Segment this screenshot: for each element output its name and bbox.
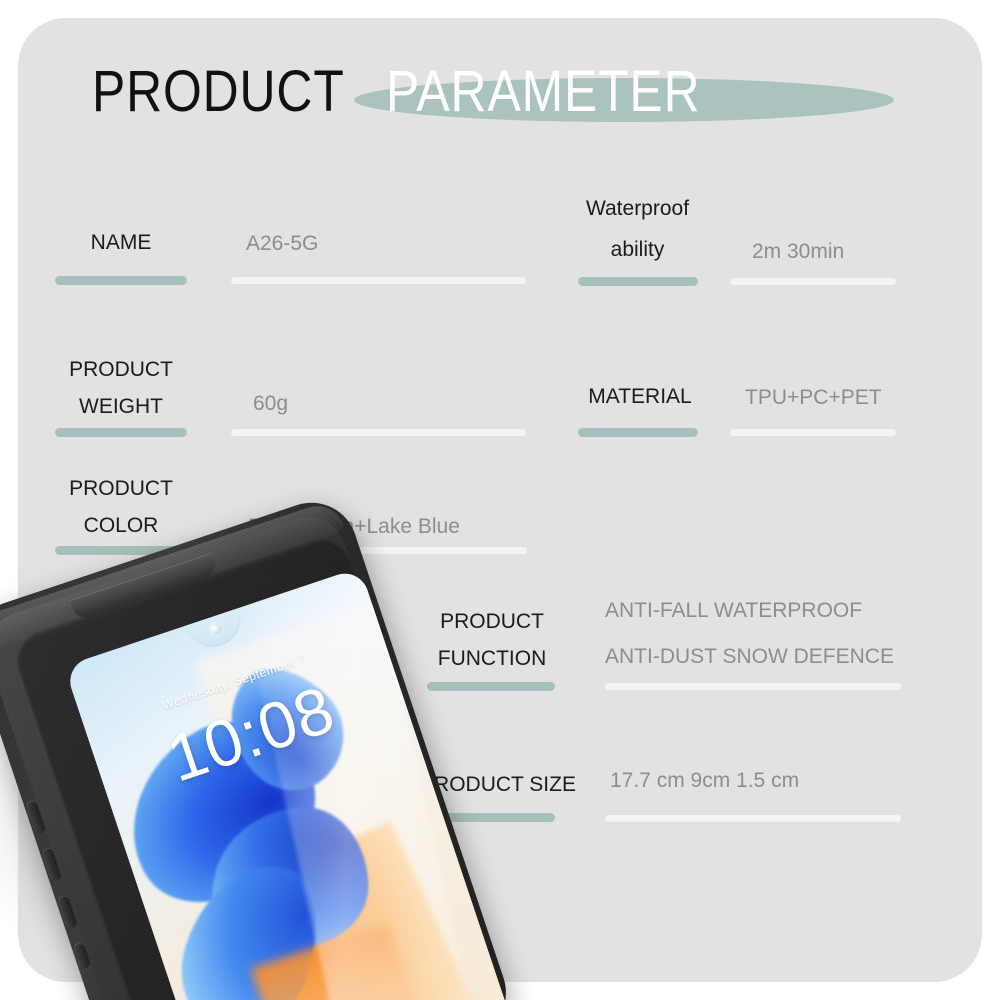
param-value-name: A26-5G	[246, 232, 319, 255]
param-underline-material	[578, 428, 698, 437]
param-label-color-line1: PRODUCT	[69, 477, 173, 500]
param-value-material: TPU+PC+PET	[745, 386, 882, 409]
title-light-part: PARAMETER	[385, 59, 701, 124]
param-label-function-line1: PRODUCT	[440, 610, 544, 633]
param-value-waterproof: 2m 30min	[752, 240, 845, 263]
param-value-weight: 60g	[253, 392, 289, 415]
param-value-underline-name	[231, 277, 526, 284]
param-label-material: MATERIAL	[588, 385, 692, 408]
param-label-waterproof-line1: Waterproof	[585, 197, 690, 220]
param-value-underline-material	[730, 429, 896, 436]
param-label-waterproof-line2: ability	[610, 238, 665, 261]
param-underline-waterproof	[578, 277, 698, 286]
product-parameter-infographic: PRODUCT PARAMETER NAME A26-5G Waterproof …	[0, 0, 1000, 1000]
title-dark-part: PRODUCT	[92, 59, 345, 124]
param-label-weight-line1: PRODUCT	[69, 358, 173, 381]
param-value-underline-size	[605, 815, 901, 822]
param-value-underline-function	[605, 683, 901, 690]
param-value-function-line1: ANTI-FALL WATERPROOF	[605, 599, 863, 622]
param-label-name: NAME	[90, 231, 152, 254]
param-label-color-line2: COLOR	[83, 514, 159, 537]
param-label-weight-line2: WEIGHT	[79, 395, 163, 418]
param-underline-name	[55, 276, 187, 285]
page-title: PRODUCT PARAMETER	[92, 56, 894, 128]
param-value-function-line2: ANTI-DUST SNOW DEFENCE	[605, 645, 894, 668]
param-underline-weight	[55, 428, 187, 437]
param-value-underline-weight	[231, 429, 526, 436]
param-label-function-line2: FUNCTION	[437, 647, 547, 670]
param-underline-function	[427, 682, 555, 691]
param-value-underline-waterproof	[730, 278, 896, 285]
param-value-size: 17.7 cm 9cm 1.5 cm	[610, 769, 800, 792]
